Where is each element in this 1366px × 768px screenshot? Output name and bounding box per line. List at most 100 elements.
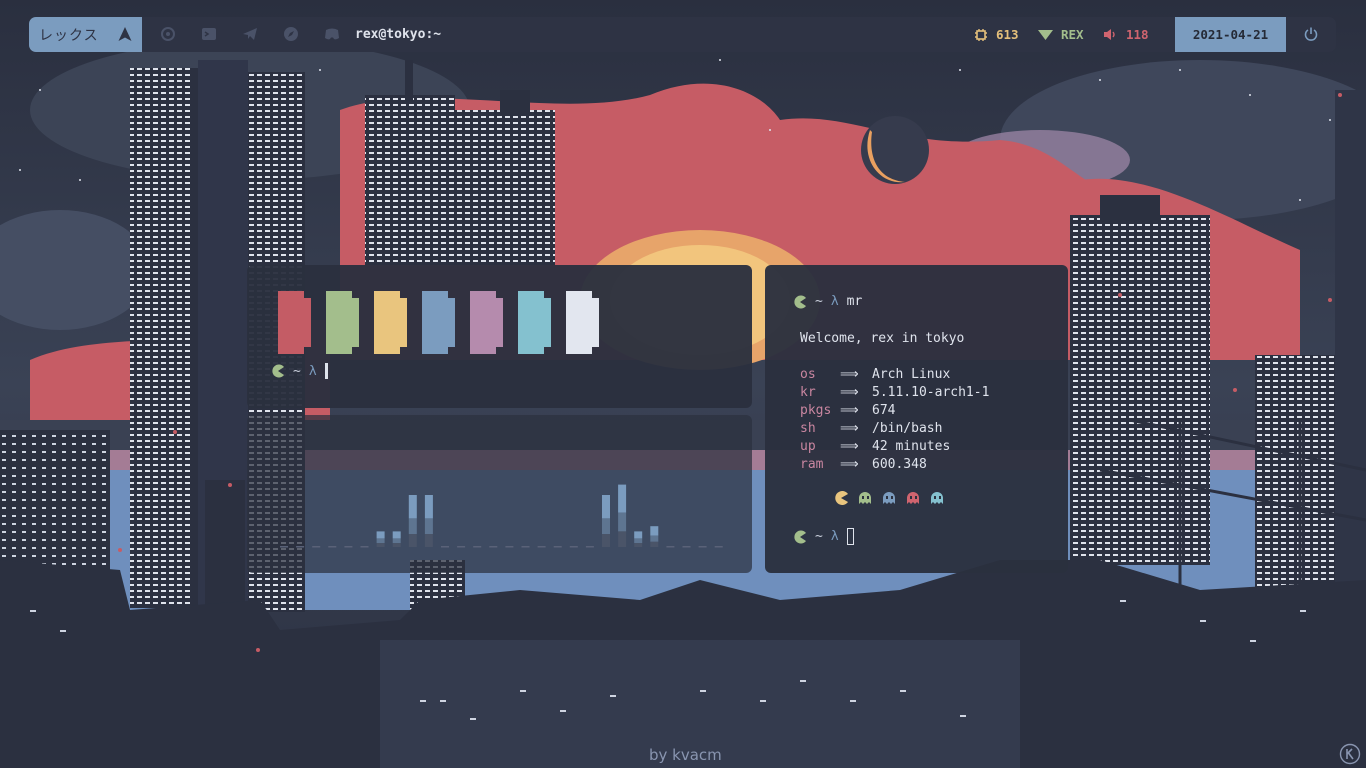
ghost-row <box>833 491 953 505</box>
info-arrow: ⟹ <box>840 367 859 382</box>
terminal-colors[interactable]: ~ λ <box>247 265 752 408</box>
volume-module[interactable]: 118 <box>1103 17 1149 52</box>
top-bar: レックス rex@tokyo:~ 613 REX 118 2021-04-21 <box>29 17 1336 52</box>
heart-icon <box>1038 29 1053 40</box>
cpu-value: 613 <box>996 27 1019 42</box>
visualizer-bar <box>392 531 401 547</box>
info-key: kr <box>800 385 816 400</box>
text-cursor <box>846 528 854 545</box>
pacman-icon <box>272 364 284 378</box>
info-value: 600.348 <box>872 457 927 472</box>
visualizer-bar <box>553 546 562 548</box>
info-row-up: up ⟹ 42 minutes <box>800 438 950 456</box>
visualizer-bar <box>344 546 353 548</box>
visualizer-bar <box>650 526 659 547</box>
visualizer-bar <box>489 546 498 548</box>
visualizer-bar <box>473 546 482 548</box>
discord-icon[interactable] <box>324 26 340 42</box>
visualizer-bar <box>569 546 578 548</box>
ghost-icon <box>931 492 943 504</box>
visualizer-bar <box>441 546 449 548</box>
welcome-text: Welcome, rex in tokyo <box>800 331 965 346</box>
visualizer-bar <box>360 546 369 548</box>
prompt-lambda: λ <box>830 529 839 544</box>
visualizer-bar <box>585 546 594 548</box>
prompt-tilde: ~ <box>293 363 301 379</box>
cpu-module[interactable]: 613 <box>974 17 1019 52</box>
info-value: 5.11.10-arch1-1 <box>872 385 990 400</box>
visualizer-bar <box>457 546 466 548</box>
color-swatch <box>422 291 455 354</box>
k-logo-icon <box>1339 743 1361 765</box>
ghost-icon <box>859 492 871 504</box>
visualizer-bar <box>682 546 691 548</box>
terminal-visualizer[interactable] <box>247 415 752 573</box>
color-swatch <box>326 291 359 354</box>
ghost-icon <box>883 492 895 504</box>
volume-icon <box>1104 29 1115 40</box>
browser-icon[interactable] <box>283 26 299 42</box>
prompt-lambda: λ <box>308 363 317 379</box>
visualizer-bar <box>714 546 723 548</box>
color-swatch <box>374 291 407 354</box>
terminal-icon[interactable] <box>201 26 217 42</box>
arch-logo-icon[interactable] <box>117 26 133 42</box>
info-row-pkgs: pkgs ⟹ 674 <box>800 402 895 420</box>
info-arrow: ⟹ <box>840 385 859 400</box>
wallpaper-credit: by kvacm <box>649 746 722 764</box>
info-key: sh <box>800 421 816 436</box>
telegram-icon[interactable] <box>242 26 258 42</box>
info-key: os <box>800 367 816 382</box>
visualizer-bar <box>280 546 288 548</box>
info-row-sh: sh ⟹ /bin/bash <box>800 420 942 438</box>
prompt-tilde: ~ <box>815 529 823 544</box>
info-key: up <box>800 439 816 454</box>
visualizer-bar <box>634 531 643 547</box>
ghost-icon <box>907 492 919 504</box>
color-swatch <box>518 291 551 354</box>
settings-icon[interactable] <box>160 26 176 42</box>
user-value: REX <box>1061 27 1084 42</box>
prompt-line: ~ λ <box>271 363 328 379</box>
color-swatch <box>278 291 311 354</box>
pacman-icon <box>835 491 848 505</box>
prompt-tilde: ~ <box>815 294 823 309</box>
pacman-icon <box>794 295 806 308</box>
visualizer-bar <box>328 546 337 548</box>
terminal-fetch[interactable]: ~ λ mr Welcome, rex in tokyo os ⟹ Arch Lin… <box>765 265 1068 573</box>
info-key: ram <box>800 457 824 472</box>
fetch-prompt: ~ λ mr <box>793 294 862 309</box>
info-arrow: ⟹ <box>840 403 859 418</box>
info-key: pkgs <box>800 403 832 418</box>
prompt-command: mr <box>846 294 863 309</box>
info-value: Arch Linux <box>872 367 951 382</box>
visualizer-bar <box>424 495 433 547</box>
fetch-prompt-2: ~ λ <box>793 528 854 545</box>
power-icon[interactable] <box>1303 26 1319 42</box>
visualizer-bar <box>505 546 514 548</box>
visualizer-bar <box>602 495 610 547</box>
user-module[interactable]: REX <box>1038 17 1084 52</box>
visualizer-bar <box>666 546 675 548</box>
color-swatch <box>470 291 503 354</box>
info-row-os: os ⟹ Arch Linux <box>800 366 950 384</box>
info-arrow: ⟹ <box>840 421 859 436</box>
cpu-icon <box>975 28 987 41</box>
color-swatch <box>566 291 599 354</box>
date-display[interactable]: 2021-04-21 <box>1175 17 1286 52</box>
visualizer-bar <box>312 546 321 548</box>
visualizer-bar <box>537 546 546 548</box>
text-cursor <box>324 363 328 379</box>
visualizer-bar <box>408 495 417 547</box>
visualizer-bar <box>618 484 627 547</box>
info-value: 42 minutes <box>872 439 951 454</box>
visualizer-bar <box>521 546 530 548</box>
pacman-icon <box>794 530 806 543</box>
workspace-indicator[interactable]: レックス <box>29 17 142 52</box>
prompt-lambda: λ <box>830 294 839 309</box>
audio-visualizer <box>280 484 723 548</box>
info-value: /bin/bash <box>872 421 943 436</box>
visualizer-bar <box>296 546 305 548</box>
volume-value: 118 <box>1126 27 1149 42</box>
info-arrow: ⟹ <box>840 457 859 472</box>
